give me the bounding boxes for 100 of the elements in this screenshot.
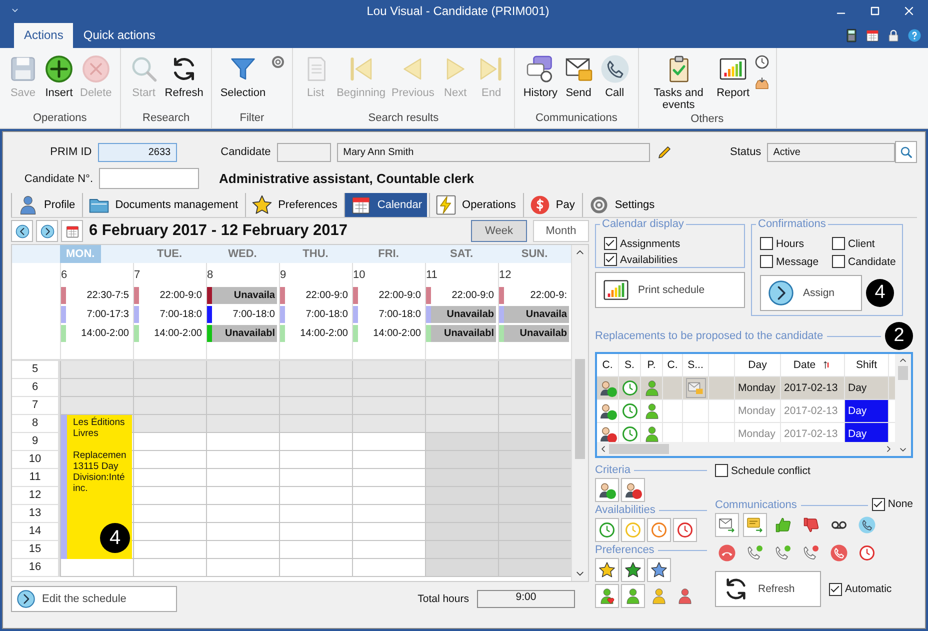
time-slot[interactable] [353,415,425,433]
unavailable-block[interactable]: Unavaila [499,306,569,323]
scroll-thumb[interactable] [609,444,669,454]
checkbox[interactable] [832,255,845,268]
input-field[interactable]: 2633 [98,142,177,162]
tab[interactable]: Documents management [82,193,244,217]
tray-arrow-icon[interactable] [754,76,770,92]
column-header[interactable]: C. [663,354,683,376]
refresh-button[interactable]: Refresh [715,571,821,607]
search-button[interactable] [895,141,918,163]
edit-schedule-button[interactable]: Edit the schedule [11,586,177,612]
scrollbar[interactable] [571,245,588,581]
time-slot[interactable] [280,397,352,415]
view-button[interactable]: Month [533,220,589,242]
checkbox[interactable] [715,464,728,477]
tab[interactable]: Pay [522,193,580,217]
ribbon-button[interactable]: Report [714,52,752,113]
ribbon-button[interactable]: Send [562,52,596,112]
input-field[interactable]: Mary Ann Smith [337,142,650,162]
unavailable-block[interactable]: Unavailab [499,325,569,342]
column-header[interactable]: P. [641,354,663,376]
input-field[interactable]: Active [767,142,896,162]
checkbox[interactable] [604,253,617,266]
tab[interactable]: Settings [582,193,660,217]
day-cell[interactable]: 10 22:00-9:0 7:00-18:0 14:00-2:00 [352,263,425,359]
assign-button[interactable]: Assign [760,275,862,311]
day-cell[interactable]: 11 22:00-9:0 Unavailab Unavailabl [425,263,498,359]
time-slot[interactable] [426,397,498,415]
time-slot[interactable] [207,379,279,397]
time-slot[interactable] [426,415,498,433]
time-slot[interactable] [353,361,425,379]
checkbox[interactable] [604,237,617,250]
tab[interactable]: Operations [429,193,521,217]
input-field[interactable] [276,142,332,162]
unavailable-block[interactable]: Unavailabl [207,325,277,342]
unavailable-block[interactable]: Unavailab [426,306,496,323]
time-slot[interactable] [499,397,571,415]
time-slot[interactable] [499,379,571,397]
tab[interactable]: Profile [11,193,80,217]
scrollbar[interactable] [895,354,911,456]
time-slot[interactable] [353,379,425,397]
calendar-button[interactable] [61,220,83,242]
time-slot[interactable] [207,397,279,415]
checkbox[interactable] [872,498,885,510]
ribbon-tab[interactable]: Quick actions [73,23,166,48]
close-icon[interactable] [902,4,916,18]
time-slot[interactable] [61,397,133,415]
weekday-label[interactable]: THU. [296,245,334,263]
checkbox[interactable] [832,237,845,250]
time-slot[interactable] [280,361,352,379]
settings-icon[interactable] [270,54,286,70]
day-cell[interactable]: 9 22:00-9:0 7:00-18:0 14:00-2:00 [279,263,352,359]
time-slot[interactable] [426,379,498,397]
clock-icon[interactable] [754,54,770,70]
ribbon-button[interactable]: Refresh [162,52,206,112]
next-button[interactable] [36,220,58,242]
print-schedule-button[interactable]: Print schedule [595,272,745,308]
time-slot[interactable] [426,361,498,379]
lock-icon[interactable] [886,28,901,42]
time-slot[interactable] [499,415,571,433]
time-slot[interactable] [134,415,206,433]
ribbon-button[interactable]: Call [598,52,632,112]
column-header[interactable]: Shift [845,354,889,376]
day-cell[interactable]: 12 22:00-9: Unavaila Unavailab [498,263,571,359]
weekday-label[interactable]: WED. [222,245,263,263]
column-header[interactable]: Date [781,354,845,376]
tab[interactable]: Calendar [344,193,428,217]
weekday-label[interactable]: TUE. [150,245,188,263]
tab[interactable]: Preferences [245,193,342,217]
table-row[interactable]: Monday 2017-02-13 Day [597,400,895,423]
column-header[interactable]: S. [619,354,641,376]
time-slot[interactable] [207,415,279,433]
column-header[interactable]: Day [735,354,781,376]
time-slot[interactable] [280,379,352,397]
filter-toggle[interactable] [743,513,767,537]
previous-button[interactable] [11,220,33,242]
column-header[interactable]: S... [683,354,709,376]
day-cell[interactable]: 7 22:00-9:0 7:00-18:0 14:00-2:00 [133,263,206,359]
time-slot[interactable] [353,397,425,415]
checkbox[interactable] [760,237,773,250]
time-slot[interactable] [61,361,133,379]
ribbon-button[interactable]: Insert [42,52,76,112]
weekday-label[interactable]: SAT. [444,245,480,263]
checkbox[interactable] [829,582,842,596]
time-slot[interactable] [134,361,206,379]
time-slot[interactable] [134,397,206,415]
input-field[interactable] [99,168,199,189]
maximize-icon[interactable] [868,4,882,18]
unavailable-block[interactable]: Unavailabl [426,325,496,342]
day-cell[interactable]: 6 22:30-7:5 7:00-17:3 14:00-2:00 [60,263,133,359]
event-block[interactable]: Les Éditions Livres Replacemen 13115 Day Division:Inté inc. 4 [61,415,132,559]
scroll-thumb[interactable] [898,366,908,380]
time-slot[interactable] [207,361,279,379]
time-slot[interactable] [61,379,133,397]
message-button[interactable] [686,378,706,398]
weekday-label[interactable]: SUN. [515,245,554,263]
weekday-label[interactable]: FRI. [372,245,405,263]
unavailable-block[interactable]: Unavaila [207,287,277,304]
time-slot[interactable] [280,415,352,433]
checkbox[interactable] [760,255,773,268]
